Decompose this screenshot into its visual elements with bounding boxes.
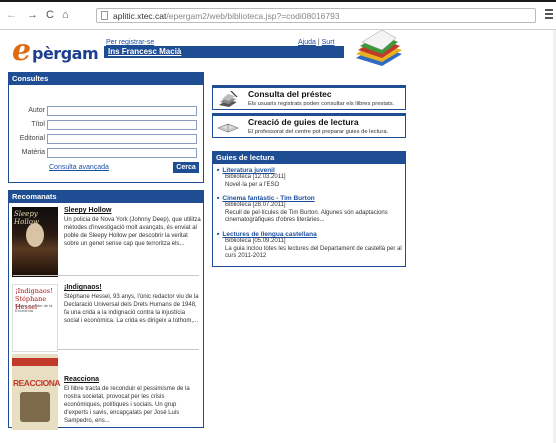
search-panel-title: Consultes bbox=[9, 73, 203, 85]
register-link[interactable]: Per registrar-se bbox=[106, 39, 154, 46]
recommended-panel: Recomanats Sleepy Hollow Sleepy Hollow U… bbox=[8, 190, 204, 430]
reload-icon[interactable]: C bbox=[46, 10, 54, 21]
create-guides-description: El professorat del centre pot preparar g… bbox=[248, 129, 389, 135]
publisher-label: Editorial bbox=[19, 135, 45, 142]
guide-title-link[interactable]: Cinema fantàstic - Tim Burton bbox=[217, 195, 403, 202]
book-cover-image[interactable]: ¡Indignaos! Stéphane Hessel Contra el po… bbox=[12, 284, 58, 352]
back-arrow-icon[interactable]: ← bbox=[6, 10, 17, 21]
subject-label: Matèria bbox=[21, 149, 45, 156]
search-button[interactable]: Cerca bbox=[173, 162, 199, 173]
reading-guides-panel: Guies de lectura Literatura juvenil Bibl… bbox=[212, 151, 406, 267]
create-guides-box[interactable]: Creació de guies de lectura El professor… bbox=[212, 113, 406, 138]
book-cover-image[interactable]: Sleepy Hollow bbox=[12, 207, 58, 277]
guide-description: Recull de pel·lícules de Tim Burton. Alg… bbox=[225, 209, 388, 224]
subject-input[interactable] bbox=[47, 148, 197, 158]
book-cover-image[interactable]: REACCIONA bbox=[12, 354, 60, 430]
guide-meta: Biblioteca [28.07.2011] bbox=[225, 202, 286, 208]
book-description: Un policia de Nova York (Johnny Deep), q… bbox=[64, 217, 201, 247]
cover-band bbox=[12, 358, 58, 366]
institution-bar: Ins Francesc Macià bbox=[104, 46, 344, 58]
window-top-border bbox=[0, 0, 556, 2]
institution-name[interactable]: Ins Francesc Macià bbox=[108, 47, 181, 56]
forward-arrow-icon[interactable]: → bbox=[27, 10, 38, 21]
guide-description: Novel·la per a l'ESO bbox=[225, 181, 280, 188]
create-guides-title[interactable]: Creació de guies de lectura bbox=[248, 117, 359, 127]
exit-link[interactable]: Surt bbox=[322, 39, 335, 46]
title-input[interactable] bbox=[47, 120, 197, 130]
book-description: Stéphane Hessel, 93 anys, l'únic redacto… bbox=[64, 294, 199, 324]
title-label: Títol bbox=[31, 121, 45, 128]
title-row: Títol bbox=[9, 119, 205, 131]
browser-toolbar: ← → C ⌂ aplitic.xtec.cat/epergam2/web/bi… bbox=[0, 0, 556, 30]
guide-item: Lectures de llengua castellana Bibliotec… bbox=[217, 231, 403, 261]
subject-row: Matèria bbox=[9, 147, 205, 159]
page-icon bbox=[101, 11, 108, 20]
book-title-link[interactable]: ¡Indignaos! bbox=[64, 284, 102, 291]
search-panel: Consultes Autor Títol Editorial Matèria … bbox=[8, 72, 204, 183]
address-url: aplitic.xtec.cat/epergam2/web/biblioteca… bbox=[113, 11, 340, 21]
recommended-item: Sleepy Hollow Sleepy Hollow Un policia d… bbox=[12, 207, 201, 279]
epergam-logo[interactable]: e pèrgam bbox=[12, 33, 104, 68]
open-book-icon bbox=[217, 123, 239, 133]
recommended-item: ¡Indignaos! Stéphane Hessel Contra el po… bbox=[12, 284, 200, 352]
cover-photo-shape bbox=[20, 392, 50, 422]
loan-lookup-title[interactable]: Consulta del préstec bbox=[248, 89, 332, 99]
cover-face-shape bbox=[26, 223, 44, 247]
author-label: Autor bbox=[28, 107, 45, 114]
recommended-panel-title: Recomanats bbox=[9, 191, 203, 203]
loan-lookup-description: Els usuaris registrats poden consultar e… bbox=[248, 101, 395, 107]
book-title-link[interactable]: Sleepy Hollow bbox=[64, 207, 111, 214]
book-title-link[interactable]: Reacciona bbox=[64, 376, 99, 383]
help-link[interactable]: Ajuda bbox=[298, 39, 316, 46]
address-bar[interactable]: aplitic.xtec.cat/epergam2/web/biblioteca… bbox=[96, 8, 536, 23]
reading-guides-title: Guies de lectura bbox=[213, 152, 405, 164]
recommended-item: REACCIONA Reacciona El llibre tracta de … bbox=[12, 354, 200, 430]
guide-meta: Biblioteca [05.09.2011] bbox=[225, 238, 286, 244]
books-stack-icon bbox=[356, 29, 402, 66]
author-row: Autor bbox=[9, 105, 205, 117]
loan-lookup-box[interactable]: Consulta del préstec Els usuaris registr… bbox=[212, 85, 406, 110]
advanced-search-link[interactable]: Consulta avançada bbox=[49, 164, 109, 171]
header-links: Ajuda | Surt bbox=[298, 39, 334, 46]
divider bbox=[13, 275, 199, 276]
guide-item: Literatura juvenil Biblioteca [12.03.201… bbox=[217, 167, 403, 189]
guide-description: La guia inclou totes les lectures del De… bbox=[225, 245, 402, 260]
author-input[interactable] bbox=[47, 106, 197, 116]
loan-books-icon bbox=[219, 91, 238, 107]
book-description: El llibre tracta de reconduir el pessimi… bbox=[64, 386, 190, 424]
publisher-input[interactable] bbox=[47, 134, 197, 144]
guide-meta: Biblioteca [12.03.2011] bbox=[225, 174, 286, 180]
guide-item: Cinema fantàstic - Tim Burton Biblioteca… bbox=[217, 195, 403, 225]
home-icon[interactable]: ⌂ bbox=[62, 10, 69, 21]
publisher-row: Editorial bbox=[9, 133, 205, 145]
guide-title-link[interactable]: Lectures de llengua castellana bbox=[217, 231, 403, 238]
header-separator: | bbox=[317, 39, 320, 46]
guide-title-link[interactable]: Literatura juvenil bbox=[217, 167, 403, 174]
browser-menu-icon[interactable] bbox=[545, 9, 553, 21]
